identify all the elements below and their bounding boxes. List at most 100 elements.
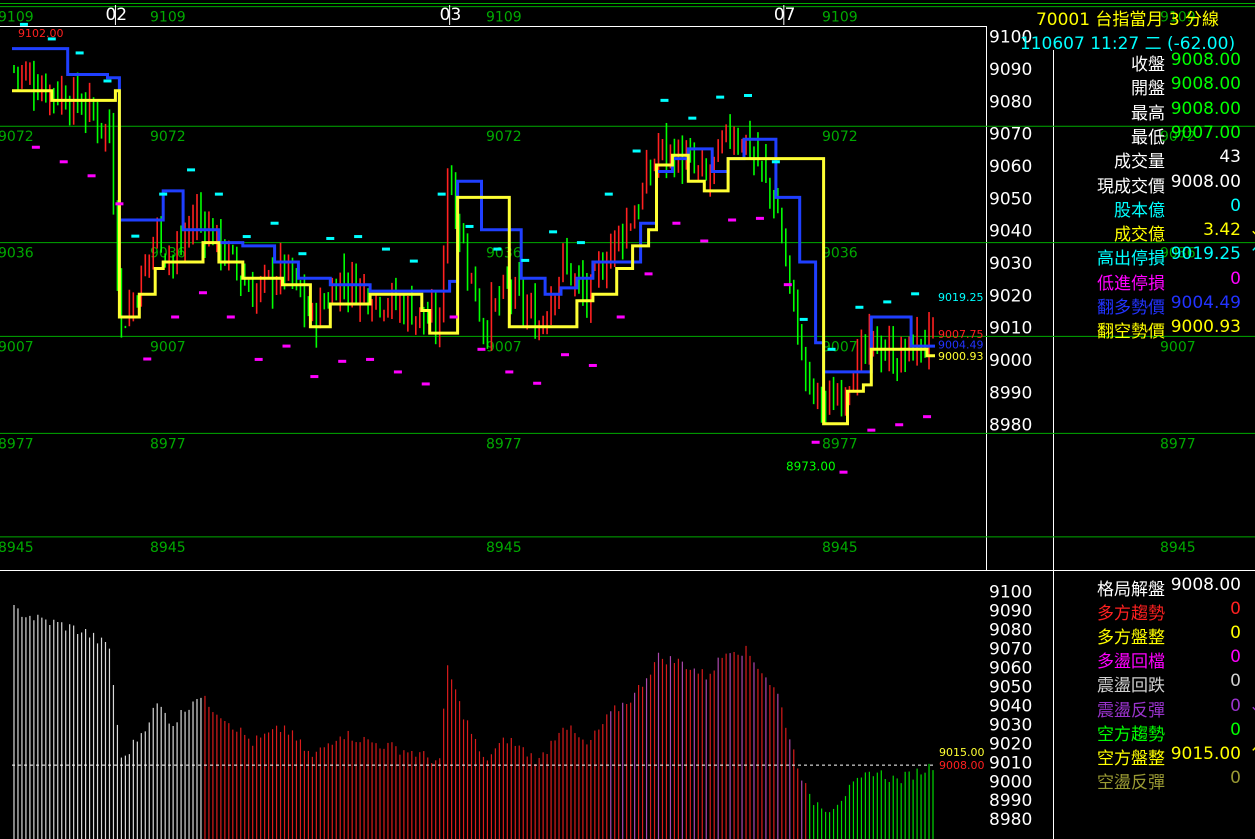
- panel-row: 開盤 9008.00: [1058, 74, 1253, 100]
- level-label: 9109: [150, 10, 186, 26]
- y-tick-label: 8980: [989, 416, 1032, 436]
- y-tick-label: 8990: [989, 791, 1032, 811]
- x-tick-label: 07: [774, 5, 796, 25]
- panel-row: 震盪回跌 0: [1058, 671, 1253, 696]
- row-label: 翻多勢價: [1097, 298, 1165, 318]
- row-label: 空方趨勢: [1097, 724, 1165, 745]
- y-tick-label: 9040: [989, 222, 1032, 242]
- y-tick-label: 9050: [989, 677, 1032, 697]
- row-value: 9000.93: [1170, 317, 1241, 338]
- row-value: 9004.49: [1170, 293, 1241, 313]
- y-tick-label: 9070: [989, 125, 1032, 145]
- panel-row: 空方盤整9015.00 ↑: [1058, 744, 1255, 769]
- y-tick-label: 9060: [989, 659, 1032, 679]
- y-tick-label: 9060: [989, 157, 1032, 177]
- row-label: 多盪回檔: [1097, 652, 1165, 673]
- y-tick-label: 9030: [989, 254, 1032, 274]
- row-value: 0: [1230, 671, 1241, 692]
- panel-row: 收盤 9008.00: [1058, 50, 1253, 75]
- row-value: 0: [1230, 195, 1241, 216]
- chart-title: 70001 台指當月 3 分線: [1035, 10, 1220, 30]
- row-label: 高出停損: [1097, 249, 1165, 270]
- panel-row: 高出停損9019.25 ↑: [1058, 244, 1255, 270]
- level-label: 8945: [0, 540, 34, 556]
- panel-row: 成交億 3.42 ↓: [1058, 220, 1255, 246]
- y-tick-label: 9100: [989, 583, 1032, 603]
- panel-row: 成交量 43: [1058, 147, 1253, 173]
- panel-row: 多方盤整 0: [1058, 623, 1253, 649]
- long-stop-line: [12, 47, 935, 374]
- y-tick-label: 8990: [989, 383, 1032, 403]
- y-tick-label: 9080: [989, 621, 1032, 641]
- row-value: 9008.00: [1170, 98, 1241, 119]
- level-label: 8945: [822, 540, 858, 556]
- y-tick-label: 8980: [989, 810, 1032, 830]
- row-label: 開盤: [1131, 79, 1165, 100]
- row-value: 9008.00: [1170, 575, 1241, 595]
- level-label: 8945: [486, 540, 522, 556]
- panel-row: 多盪回檔 0: [1058, 647, 1253, 673]
- level-label: 9007: [150, 339, 186, 355]
- level-label: 9072: [0, 129, 34, 145]
- y-tick-label: 9000: [989, 351, 1032, 371]
- row-value: 9019.25: [1170, 244, 1241, 265]
- x-tick-label: 03: [440, 5, 462, 25]
- row-value: 0: [1230, 599, 1241, 620]
- panel-row: 翻多勢價 9004.49: [1058, 293, 1253, 318]
- row-label: 震盪反彈: [1097, 700, 1165, 721]
- y-tick-label: 9020: [989, 734, 1032, 754]
- level-label: 9036: [0, 246, 34, 262]
- y-tick-label: 9000: [989, 772, 1032, 792]
- panel-row: 多方趨勢 0: [1058, 599, 1253, 625]
- level-label: 8977: [486, 436, 522, 452]
- row-value: 9008.00: [1170, 171, 1241, 192]
- panel-row: 低進停損 0: [1058, 269, 1253, 294]
- row-label: 多方盤整: [1097, 628, 1165, 649]
- y-tick-label: 9040: [989, 696, 1032, 716]
- y-tick-label: 9010: [989, 753, 1032, 773]
- y-tick-label: 9050: [989, 189, 1032, 209]
- y-tick-label: 9020: [989, 286, 1032, 306]
- arrow-up-icon: ↑: [1249, 244, 1255, 264]
- row-label: 空方盤整: [1097, 748, 1165, 769]
- row-label: 成交量: [1114, 152, 1165, 173]
- panel-row: 股本億 0: [1058, 195, 1253, 221]
- row-value: 9008.00: [1170, 74, 1241, 95]
- panel-row: 格局解盤 9008.00: [1058, 575, 1253, 600]
- row-label: 最高: [1131, 103, 1165, 124]
- row-label: 最低: [1131, 127, 1165, 148]
- level-label: 9007: [822, 339, 858, 355]
- price-annotation: 9000.93: [938, 350, 984, 363]
- row-value: 0: [1230, 623, 1241, 644]
- row-value: 0: [1230, 719, 1241, 740]
- level-label: 9072: [822, 129, 858, 145]
- y-tick-label: 9090: [989, 60, 1032, 80]
- arrow-down-icon: ↓: [1249, 696, 1255, 716]
- level-label: 9036: [486, 246, 522, 262]
- row-label: 成交億: [1114, 225, 1165, 246]
- price-annotation: 8973.00: [786, 459, 836, 473]
- level-label: 9109: [822, 10, 858, 26]
- row-label: 翻空勢價: [1097, 322, 1165, 343]
- panel-row: 翻空勢價 9000.93: [1058, 317, 1253, 343]
- level-label: 8977: [150, 436, 186, 452]
- level-label: 8977: [0, 436, 34, 452]
- row-value: 43: [1219, 147, 1241, 168]
- y-tick-label: 9090: [989, 602, 1032, 622]
- row-label: 格局解盤: [1097, 580, 1165, 600]
- panel-row: 現成交價 9008.00: [1058, 171, 1253, 197]
- level-label: 8977: [1160, 436, 1196, 452]
- level-label: 9007: [0, 339, 34, 355]
- price-annotation: 9102.00: [18, 27, 64, 40]
- level-label: 8945: [1160, 540, 1196, 556]
- row-value: 9007.00: [1170, 122, 1241, 143]
- panel-row: 空方趨勢 0: [1058, 719, 1253, 745]
- row-label: 多方趨勢: [1097, 604, 1165, 625]
- level-label: 9072: [486, 129, 522, 145]
- row-value: 0: [1230, 647, 1241, 668]
- panel-row: 空盪反彈 0: [1058, 767, 1253, 793]
- y-tick-label: 9070: [989, 640, 1032, 660]
- row-value: 0: [1230, 767, 1241, 788]
- y-tick-label: 9080: [989, 92, 1032, 112]
- sub-annotation: 9008.00: [939, 759, 985, 772]
